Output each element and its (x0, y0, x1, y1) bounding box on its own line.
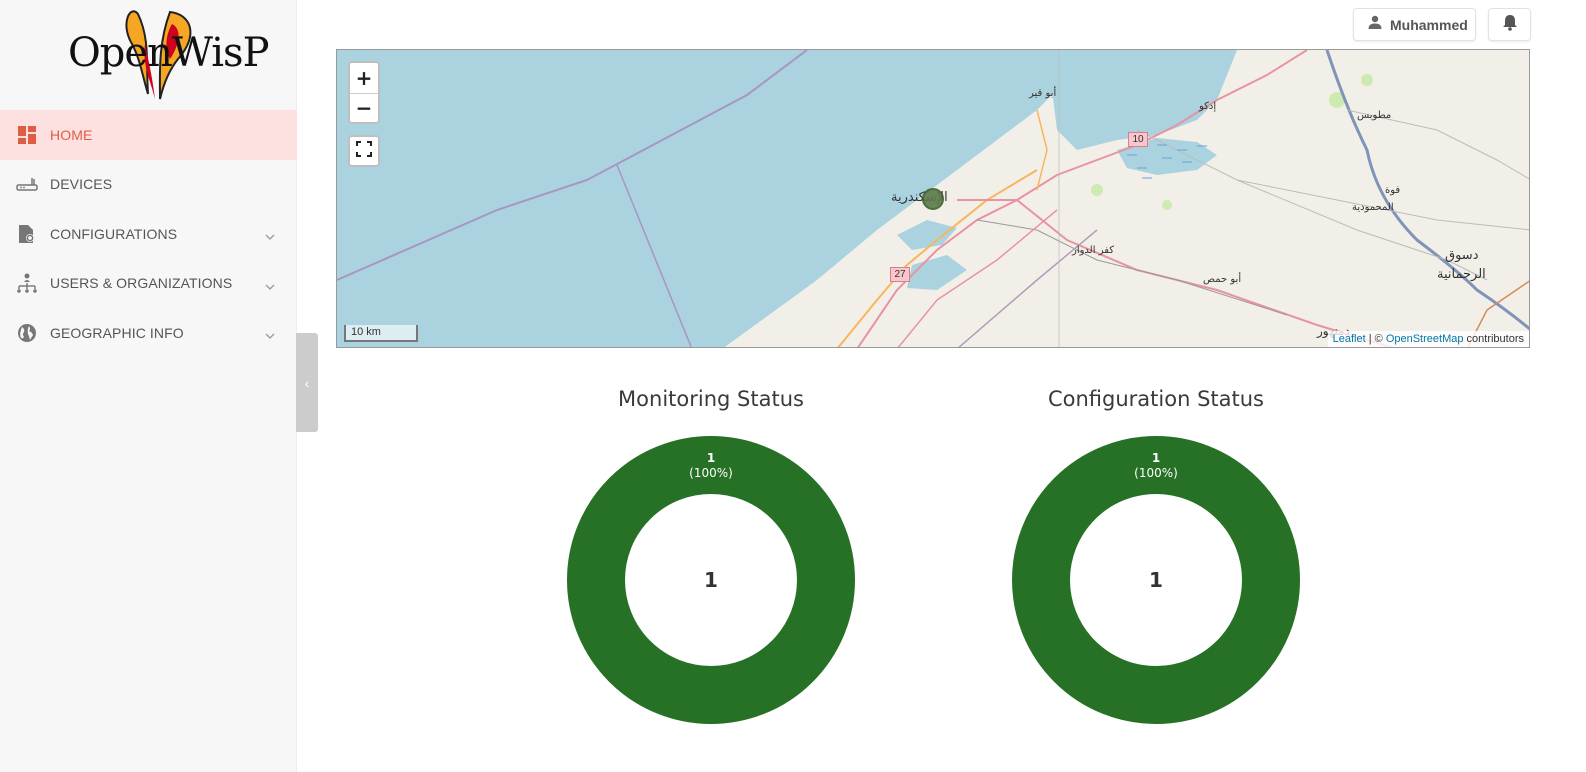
dashboard-icon (16, 124, 38, 146)
router-icon (16, 173, 38, 195)
sidebar-item-geographic-info[interactable]: GEOGRAPHIC INFO (0, 308, 297, 358)
zoom-in-button[interactable]: + (350, 63, 378, 93)
road-shield: 27 (890, 267, 910, 282)
sidebar-item-users-organizations[interactable]: USERS & ORGANIZATIONS (0, 259, 297, 309)
slice-percent-label: (100%) (1134, 466, 1178, 480)
sidebar-item-label: GEOGRAPHIC INFO (50, 324, 184, 341)
map-label-abu-hummus: أبو حمص (1203, 274, 1242, 285)
sidebar: OpenWisP HOME DEVICES CONFIGURATIONS USE… (0, 0, 297, 772)
user-name: Muhammed (1390, 16, 1468, 33)
openstreetmap-link[interactable]: OpenStreetMap (1386, 333, 1464, 345)
sidebar-item-label: HOME (50, 126, 93, 143)
openwisp-logo[interactable]: OpenWisP (60, 4, 269, 104)
monitoring-status-title: Monitoring Status (618, 387, 804, 411)
road-shield: 10 (1128, 132, 1148, 147)
fullscreen-button[interactable] (348, 135, 380, 167)
sidebar-item-label: DEVICES (50, 176, 113, 193)
fullscreen-icon (356, 140, 372, 162)
sidebar-item-label: USERS & ORGANIZATIONS (50, 275, 233, 292)
leaflet-link[interactable]: Leaflet (1333, 333, 1366, 345)
chevron-down-icon[interactable] (265, 277, 275, 295)
configuration-status-title: Configuration Status (1047, 387, 1264, 411)
map-label-idku: إدكو (1199, 101, 1217, 112)
sidebar-item-configurations[interactable]: CONFIGURATIONS (0, 209, 297, 259)
map-label-mahmoudiya: المحمودية (1352, 202, 1394, 213)
map-label-mutubas: مطوبس (1357, 110, 1392, 121)
user-icon (1368, 15, 1382, 34)
chevron-left-icon: ‹ (304, 374, 310, 391)
donut-center-total: 1 (704, 568, 718, 592)
map-label-desouk: دسوق (1445, 248, 1479, 263)
bell-icon (1502, 14, 1518, 36)
globe-icon (16, 322, 38, 344)
monitoring-status-chart[interactable]: 1(100%)1 (566, 435, 856, 725)
zoom-out-button[interactable]: − (350, 92, 378, 123)
map-label-rahmaniya: الرحمانية (1437, 267, 1486, 282)
config-file-icon (16, 223, 38, 245)
map-label-kafr-el-dawwar: كفر الدوار (1072, 245, 1115, 256)
user-menu-button[interactable]: Muhammed (1353, 8, 1476, 41)
map-label-abu-qir: أبو قير (1029, 88, 1057, 99)
zoom-control: + − (348, 61, 380, 124)
sidebar-item-devices[interactable]: DEVICES (0, 160, 297, 210)
chevron-down-icon[interactable] (265, 227, 275, 245)
notifications-button[interactable] (1488, 8, 1531, 41)
sidebar-item-home[interactable]: HOME (0, 110, 297, 160)
slice-percent-label: (100%) (689, 466, 733, 480)
slice-value-label: 1 (707, 451, 715, 465)
devices-map[interactable]: أبو قير إدكو مطوبس فوة المحمودية كفر الد… (336, 49, 1530, 348)
attribution-suffix: contributors (1463, 333, 1524, 345)
device-marker[interactable] (922, 188, 944, 210)
org-tree-icon (16, 272, 38, 294)
configuration-status-chart[interactable]: 1(100%)1 (1011, 435, 1301, 725)
attribution-separator: | © (1365, 333, 1386, 345)
slice-value-label: 1 (1152, 451, 1160, 465)
map-attribution: Leaflet | © OpenStreetMap contributors (1327, 331, 1529, 347)
sidebar-item-label: CONFIGURATIONS (50, 225, 178, 242)
sidebar-nav: HOME DEVICES CONFIGURATIONS USERS & ORGA… (0, 110, 297, 358)
map-scale: 10 km (344, 325, 418, 342)
donut-center-total: 1 (1149, 568, 1163, 592)
map-label-fuwah: فوة (1385, 185, 1401, 196)
sidebar-collapse-toggle[interactable]: ‹ (296, 333, 318, 432)
logo-text: OpenWisP (68, 30, 269, 76)
chevron-down-icon[interactable] (265, 326, 275, 344)
